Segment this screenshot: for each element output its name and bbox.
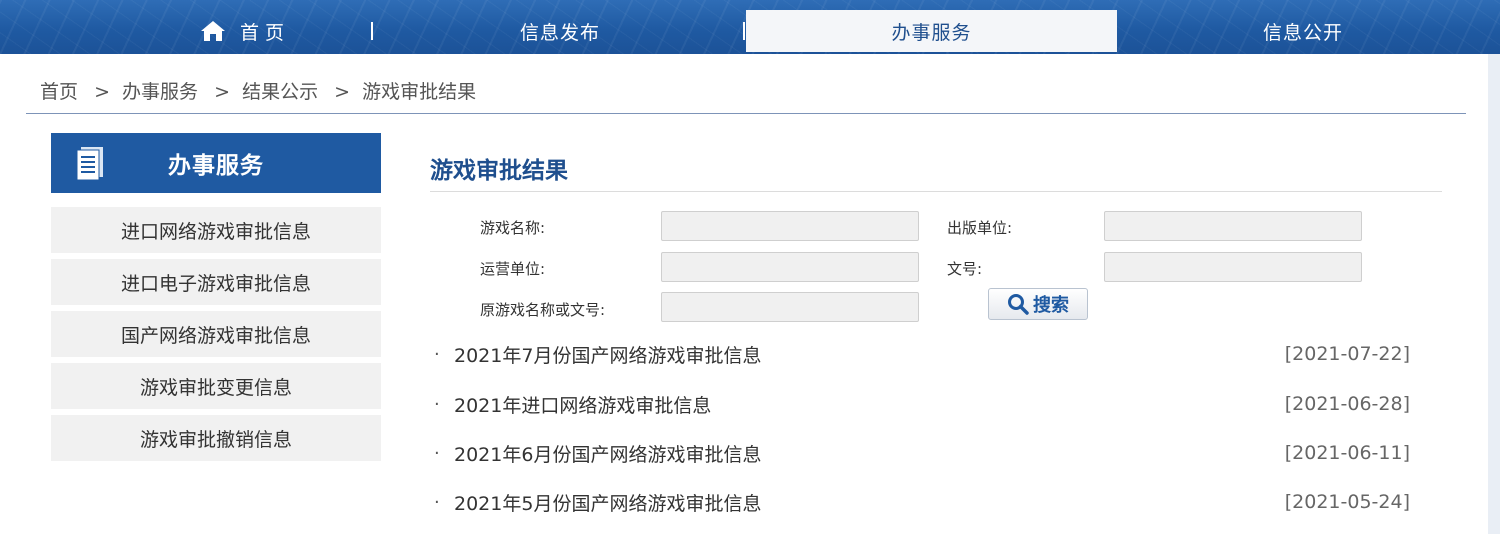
- list-item-date: [2021-05-24]: [1284, 491, 1410, 513]
- list-item[interactable]: · 2021年6月份国产网络游戏审批信息 [2021-06-11]: [430, 433, 1410, 473]
- list-item[interactable]: · 2021年进口网络游戏审批信息 [2021-06-28]: [430, 384, 1410, 424]
- home-icon: [200, 21, 225, 41]
- nav-divider: [371, 22, 373, 40]
- list-item[interactable]: · 2021年5月份国产网络游戏审批信息 [2021-05-24]: [430, 482, 1410, 522]
- title-divider: [430, 191, 1442, 192]
- sidebar-title: 办事服务: [168, 153, 264, 179]
- nav-home-label: 首页: [239, 21, 290, 44]
- nav-publish-label: 信息发布: [519, 21, 600, 44]
- breadcrumb-results[interactable]: 结果公示: [242, 81, 318, 103]
- list-item-title[interactable]: 2021年5月份国产网络游戏审批信息: [454, 489, 1285, 516]
- nav-home[interactable]: 首页: [120, 10, 370, 52]
- sidebar-item-label: 游戏审批变更信息: [139, 376, 292, 399]
- publisher-input[interactable]: [1104, 211, 1362, 241]
- nav-service-label: 办事服务: [891, 21, 972, 44]
- doc-number-label: 文号:: [947, 260, 983, 278]
- search-button-label: 搜索: [1033, 295, 1069, 316]
- original-name-input[interactable]: [661, 292, 919, 322]
- sidebar-item-label: 游戏审批撤销信息: [139, 428, 292, 451]
- nav-service[interactable]: 办事服务: [746, 10, 1117, 52]
- breadcrumb-separator: >: [94, 81, 110, 103]
- sidebar-item-import-online[interactable]: 进口网络游戏审批信息: [51, 207, 381, 253]
- original-name-label: 原游戏名称或文号:: [480, 301, 606, 319]
- sidebar-item-label: 进口电子游戏审批信息: [120, 272, 311, 295]
- list-bullet: ·: [434, 491, 440, 513]
- sidebar-item-import-electronic[interactable]: 进口电子游戏审批信息: [51, 259, 381, 305]
- main-panel: 首页 > 办事服务 > 结果公示 > 游戏审批结果 办事服务 进口网络游戏审批信…: [0, 54, 1488, 534]
- list-item-date: [2021-06-11]: [1284, 442, 1410, 464]
- nav-publish[interactable]: 信息发布: [375, 10, 745, 52]
- breadcrumb-home[interactable]: 首页: [40, 81, 78, 103]
- list-item[interactable]: · 2021年7月份国产网络游戏审批信息 [2021-07-22]: [430, 334, 1410, 374]
- game-name-input[interactable]: [661, 211, 919, 241]
- magnifier-icon: [1008, 294, 1029, 315]
- sidebar-item-label: 进口网络游戏审批信息: [120, 220, 311, 243]
- list-item-date: [2021-07-22]: [1284, 343, 1410, 365]
- breadcrumb-service[interactable]: 办事服务: [122, 81, 198, 103]
- publisher-label: 出版单位:: [947, 219, 1013, 237]
- list-bullet: ·: [434, 393, 440, 415]
- nav-open-label: 信息公开: [1262, 21, 1343, 44]
- list-bullet: ·: [434, 442, 440, 464]
- breadcrumb: 首页 > 办事服务 > 结果公示 > 游戏审批结果: [40, 77, 480, 104]
- game-name-label: 游戏名称:: [480, 219, 546, 237]
- breadcrumb-current: 游戏审批结果: [362, 81, 477, 103]
- sidebar-item-label: 国产网络游戏审批信息: [120, 324, 311, 347]
- list-item-date: [2021-06-28]: [1284, 393, 1410, 415]
- sidebar-header: 办事服务: [51, 133, 381, 193]
- sidebar-item-change[interactable]: 游戏审批变更信息: [51, 363, 381, 409]
- list-item-title[interactable]: 2021年6月份国产网络游戏审批信息: [454, 440, 1285, 467]
- list-bullet: ·: [434, 343, 440, 365]
- sidebar-item-revoke[interactable]: 游戏审批撤销信息: [51, 415, 381, 461]
- breadcrumb-separator: >: [214, 81, 231, 103]
- search-button[interactable]: 搜索: [988, 288, 1088, 320]
- list-item-title[interactable]: 2021年进口网络游戏审批信息: [454, 391, 1285, 418]
- nav-open[interactable]: 信息公开: [1118, 10, 1488, 52]
- operator-input[interactable]: [661, 252, 919, 282]
- nav-divider: [743, 22, 745, 40]
- breadcrumb-divider: [26, 113, 1466, 114]
- operator-label: 运营单位:: [480, 260, 546, 278]
- sidebar-item-domestic-online[interactable]: 国产网络游戏审批信息: [51, 311, 381, 357]
- breadcrumb-separator: >: [334, 81, 351, 103]
- top-navigation: 首页 信息发布 办事服务 信息公开: [0, 0, 1500, 54]
- page-title: 游戏审批结果: [430, 158, 568, 184]
- doc-number-input[interactable]: [1104, 252, 1362, 282]
- list-item-title[interactable]: 2021年7月份国产网络游戏审批信息: [454, 341, 1285, 368]
